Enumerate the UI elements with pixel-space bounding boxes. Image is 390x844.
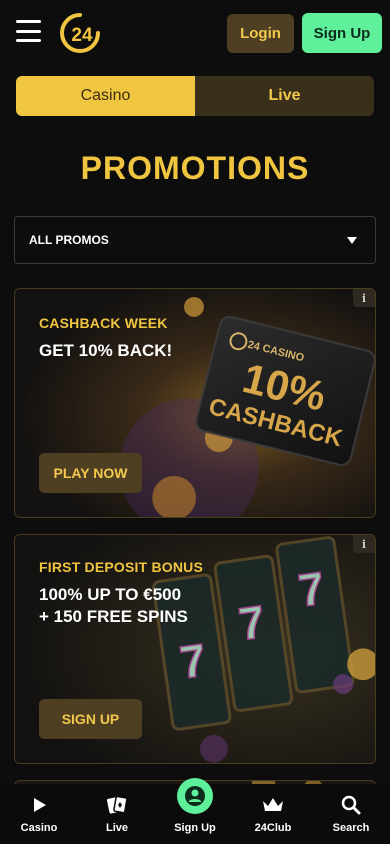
bottom-navigation: Casino Live Sign Up 24Club Search [0, 778, 390, 844]
info-icon[interactable]: i [353, 535, 375, 553]
promo-kicker: CASHBACK WEEK [39, 315, 168, 331]
menu-icon[interactable] [16, 20, 41, 42]
play-icon [28, 794, 50, 816]
nav-label: Search [332, 822, 370, 834]
promo-filter-select[interactable]: ALL PROMOS [14, 216, 376, 264]
nav-live[interactable]: Live [78, 784, 156, 844]
promo-card-cashback[interactable]: 24 CASINO 10% CASHBACK i CASHBACK WEEK G… [14, 288, 376, 518]
nav-search[interactable]: Search [312, 784, 390, 844]
page-title: PROMOTIONS [80, 150, 310, 186]
nav-24club[interactable]: 24Club [234, 784, 312, 844]
nav-label: Casino [20, 822, 58, 834]
cards-icon [106, 794, 128, 816]
promo-filter-value: ALL PROMOS [29, 233, 109, 247]
promo-kicker: FIRST DEPOSIT BONUS [39, 559, 204, 575]
sign-up-cta-button[interactable]: SIGN UP [39, 699, 142, 739]
promo-card-first-deposit[interactable]: 7 7 7 i FIRST DEPOSIT BONUS 100% UP TO €… [14, 534, 376, 764]
nav-label: Sign Up [174, 822, 216, 834]
chevron-down-icon [347, 236, 357, 244]
svg-text:24: 24 [71, 25, 93, 46]
nav-label: Live [105, 822, 128, 834]
nav-label: 24Club [254, 822, 292, 834]
tab-casino[interactable]: Casino [16, 76, 195, 116]
headline-line-2: + 150 FREE SPINS [39, 607, 188, 626]
site-logo[interactable]: 24 [58, 11, 102, 55]
signup-button[interactable]: Sign Up [302, 13, 382, 53]
info-icon[interactable]: i [353, 289, 375, 307]
crown-icon [262, 794, 284, 816]
nav-casino[interactable]: Casino [0, 784, 78, 844]
play-now-button[interactable]: PLAY NOW [39, 453, 142, 493]
product-toggle: Casino Live [16, 76, 374, 116]
promo-headline: GET 10% BACK! [39, 341, 173, 360]
headline-line-1: 100% UP TO €500 [39, 585, 182, 604]
tab-live[interactable]: Live [195, 76, 374, 116]
promo-headline: 100% UP TO €500 + 150 FREE SPINS [39, 584, 219, 628]
nav-sign-up[interactable]: Sign Up [156, 778, 234, 844]
user-icon [177, 778, 213, 814]
login-button[interactable]: Login [227, 14, 294, 53]
top-header: 24 Login Sign Up [0, 0, 390, 66]
search-icon [340, 794, 362, 816]
